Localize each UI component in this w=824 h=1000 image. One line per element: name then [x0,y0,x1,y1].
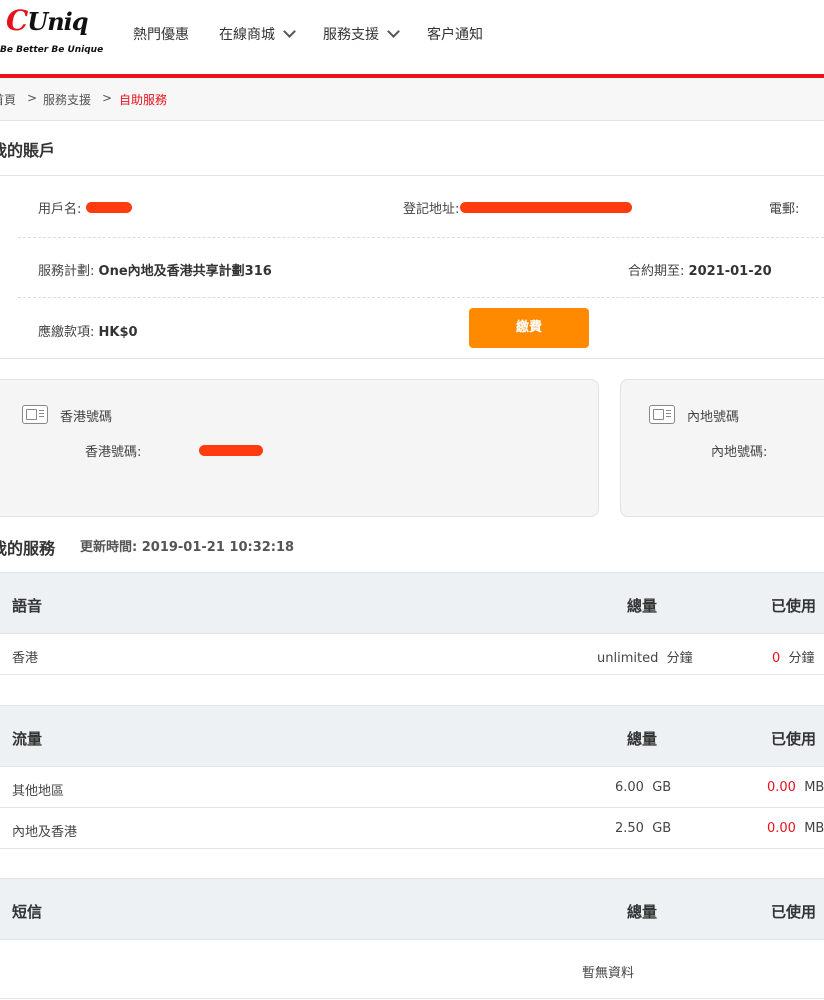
used-unit: MB [804,821,824,836]
due-row: 應繳款項: HK$0 [38,321,138,340]
chevron-down-icon [387,25,400,38]
used-value: 0 [772,651,781,666]
sim-card-icon [22,405,48,424]
table-row: 其他地區 6.00 GB 0.00 MB [0,767,824,808]
breadcrumb-separator: > [102,91,113,105]
address-label: 登記地址: [403,202,460,217]
breadcrumb-support[interactable]: 服務支援 [43,91,91,108]
chevron-down-icon [283,25,296,38]
site-header: CUniq Be Better Be Unique 熱門優惠 在線商城 服務支援… [0,0,824,74]
contract-value: 2021-01-20 [688,264,772,279]
hk-number-label: 香港號碼: [85,445,142,460]
nav-item-customer-notice[interactable]: 客户通知 [427,24,483,44]
used-unit: MB [804,780,824,795]
used-unit: 分鐘 [788,651,815,666]
table-row: 內地及香港 2.50 GB 0.00 MB [0,808,824,849]
username-label: 用戶名: [38,202,82,217]
plan-label: 服務計劃: [38,264,95,279]
services-title: 我的服務 [0,539,56,558]
total-value: 2.50 [615,821,644,836]
divider [0,175,824,176]
breadcrumb-current: 自助服務 [119,93,168,107]
sim-card-icon [649,405,675,424]
nav-label: 熱門優惠 [133,27,189,43]
breadcrumb: 首頁 > 服務支援 > 自助服務 [0,78,824,121]
row-total: 2.50 GB [615,821,671,836]
cn-number-label: 內地號碼: [711,445,768,460]
brand-tagline: Be Better Be Unique [0,45,104,55]
due-value: HK$0 [98,325,138,340]
hk-number-card: 香港號碼 香港號碼: [0,379,599,517]
empty-row: 暫無資料 [0,940,824,999]
total-value: unlimited [597,651,659,666]
update-time: 更新時間: 2019-01-21 10:32:18 [80,536,294,555]
nav-item-online-store[interactable]: 在線商城 [219,24,296,44]
contract-row: 合約期至: 2021-01-20 [628,260,772,279]
empty-text: 暫無資料 [582,966,635,981]
divider [18,237,824,238]
update-label: 更新時間: [80,540,138,555]
breadcrumb-separator: > [27,91,38,105]
used-header: 已使用 [771,903,817,921]
used-header: 已使用 [771,597,817,615]
used-header: 已使用 [771,730,817,748]
used-value: 0.00 [767,821,796,836]
divider [0,358,824,359]
data-title: 流量 [12,730,43,748]
divider [18,297,824,298]
sms-table-header: 短信 總量 已使用 [0,878,824,940]
redacted-username [86,202,132,213]
plan-value: One內地及香港共享計劃316 [98,264,272,279]
row-used: 0.00 MB [767,780,824,795]
redacted-hk-number [199,445,263,456]
plan-row: 服務計劃: One內地及香港共享計劃316 [38,260,272,279]
voice-title: 語音 [12,597,43,615]
total-header: 總量 [627,730,658,748]
update-value: 2019-01-21 10:32:18 [141,540,295,555]
brand-logo[interactable]: CUniq [6,4,89,37]
total-value: 6.00 [615,780,644,795]
nav-label: 服務支援 [323,27,379,43]
nav-label: 在線商城 [219,27,275,43]
total-header: 總量 [627,597,658,615]
cn-number-card: 內地號碼 內地號碼: [620,379,824,517]
row-total: unlimited 分鐘 [597,647,693,666]
redacted-address [460,202,632,213]
hk-number-title: 香港號碼 [60,410,113,425]
email-label: 電郵: [769,202,800,217]
nav-label: 客户通知 [427,27,483,43]
total-unit: GB [652,780,672,795]
table-row: 香港 unlimited 分鐘 0 分鐘 [0,634,824,675]
nav-item-hot-offers[interactable]: 熱門優惠 [133,24,189,44]
row-used: 0 分鐘 [772,647,815,666]
total-unit: 分鐘 [666,651,693,666]
row-used: 0.00 MB [767,821,824,836]
cn-number-title: 內地號碼 [687,410,740,425]
row-name: 內地及香港 [12,825,78,840]
row-name: 香港 [12,651,39,666]
row-name: 其他地區 [12,784,65,799]
total-header: 總量 [627,903,658,921]
pay-button[interactable]: 繳費 [469,308,589,348]
due-label: 應繳款項: [38,325,95,340]
account-title: 我的賬戶 [0,141,56,160]
voice-table-header: 語音 總量 已使用 [0,572,824,634]
total-unit: GB [652,821,672,836]
nav-item-support[interactable]: 服務支援 [323,24,400,44]
used-value: 0.00 [767,780,796,795]
contract-label: 合約期至: [628,264,685,279]
sms-title: 短信 [12,903,43,921]
row-total: 6.00 GB [615,780,671,795]
breadcrumb-home[interactable]: 首頁 [0,91,16,108]
data-table-header: 流量 總量 已使用 [0,705,824,767]
